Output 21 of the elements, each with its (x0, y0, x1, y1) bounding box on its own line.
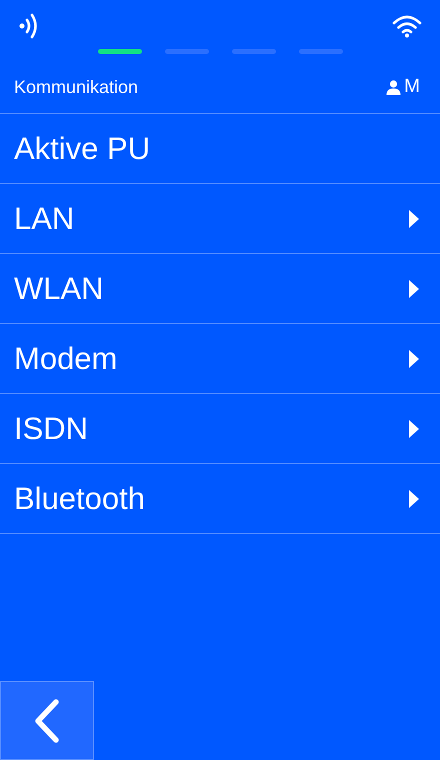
back-button[interactable] (0, 681, 94, 760)
menu-item[interactable]: LAN (0, 184, 440, 254)
menu-item[interactable]: Bluetooth (0, 464, 440, 534)
chevron-right-icon (408, 208, 420, 228)
user-initial: M (404, 76, 420, 98)
screen-title: Kommunikation (14, 76, 138, 98)
contactless-icon (18, 12, 40, 40)
menu-item[interactable]: Aktive PU (0, 114, 440, 184)
chevron-right-icon (408, 348, 420, 368)
page-indicator[interactable] (298, 49, 342, 54)
page-indicator[interactable] (232, 49, 276, 54)
page-indicator[interactable] (98, 49, 142, 54)
wifi-icon (392, 14, 422, 38)
page-indicator[interactable] (164, 49, 208, 54)
menu-item[interactable]: WLAN (0, 254, 440, 324)
menu-item[interactable]: Modem (0, 324, 440, 394)
chevron-right-icon (408, 278, 420, 298)
user-icon (386, 80, 402, 94)
chevron-right-icon (408, 418, 420, 438)
menu-item[interactable]: ISDN (0, 394, 440, 464)
chevron-right-icon (408, 488, 420, 508)
